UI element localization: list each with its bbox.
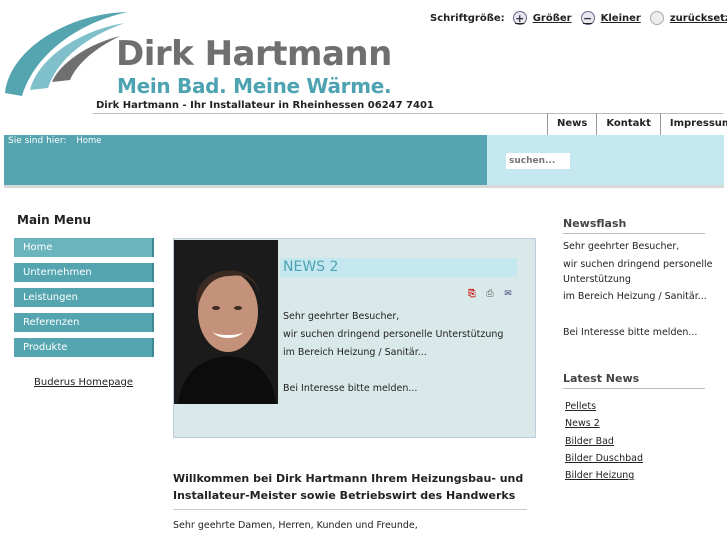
newsflash-divider xyxy=(563,233,705,234)
font-smaller-button[interactable]: − Kleiner xyxy=(580,11,641,25)
font-smaller-label: Kleiner xyxy=(600,12,641,24)
font-size-label: Schriftgröße: xyxy=(430,12,505,24)
newsflash-line: Sehr geehrter Besucher, xyxy=(563,241,680,252)
menu-item-leistungen[interactable]: Leistungen xyxy=(14,288,154,307)
menu-item-home[interactable]: Home xyxy=(14,238,154,257)
newsflash-line: im Bereich Heizung / Sanitär... xyxy=(563,291,707,302)
pdf-icon[interactable]: ⎘ xyxy=(466,289,478,300)
buderus-link[interactable]: Buderus Homepage xyxy=(34,377,133,388)
latest-news-item[interactable]: Bilder Duschbad xyxy=(565,453,643,470)
search-input[interactable] xyxy=(506,153,570,169)
newsflash-line: Bei Interesse bitte melden... xyxy=(563,327,698,338)
breadcrumb: Sie sind hier: Home xyxy=(8,136,102,146)
menu-item-unternehmen[interactable]: Unternehmen xyxy=(14,263,154,282)
topnav-news[interactable]: News xyxy=(547,113,596,135)
welcome-divider xyxy=(173,509,527,510)
news-line: im Bereich Heizung / Sanitär... xyxy=(283,347,427,358)
topnav-kontakt[interactable]: Kontakt xyxy=(596,113,660,135)
logo-slogan: Mein Bad. Meine Wärme. xyxy=(117,74,392,98)
news-photo xyxy=(174,240,278,404)
main-menu: Home Unternehmen Leistungen Referenzen P… xyxy=(14,238,154,363)
topnav-impressum[interactable]: Impressum xyxy=(659,113,727,135)
latest-news-item[interactable]: Bilder Bad xyxy=(565,436,643,453)
news-line: wir suchen dringend personelle Unterstüt… xyxy=(283,329,504,340)
news-actions: ⎘ ⎙ ✉ xyxy=(466,289,520,300)
plus-icon: + xyxy=(512,11,527,25)
newsflash-title: Newsflash xyxy=(563,217,627,230)
print-icon[interactable]: ⎙ xyxy=(484,289,496,300)
latest-news-item[interactable]: Bilder Heizung xyxy=(565,470,643,487)
news-line: Sehr geehrter Besucher, xyxy=(283,311,400,322)
latest-news-divider xyxy=(563,388,705,389)
logo[interactable]: Dirk Hartmann Mein Bad. Meine Wärme. xyxy=(0,8,400,108)
portrait-image xyxy=(174,240,278,404)
latest-news-title: Latest News xyxy=(563,372,640,385)
font-size-controls: Schriftgröße: + Größer − Kleiner zurücks… xyxy=(430,11,727,25)
top-nav: News Kontakt Impressum xyxy=(547,113,727,135)
reset-icon xyxy=(649,11,664,25)
font-bigger-button[interactable]: + Größer xyxy=(512,11,572,25)
menu-item-referenzen[interactable]: Referenzen xyxy=(14,313,154,332)
latest-news-item[interactable]: News 2 xyxy=(565,418,643,435)
latest-news-list: Pellets News 2 Bilder Bad Bilder Duschba… xyxy=(565,401,643,487)
breadcrumb-home[interactable]: Home xyxy=(76,136,101,146)
menu-item-produkte[interactable]: Produkte xyxy=(14,338,154,357)
newsflash-line: wir suchen dringend personelle Unterstüt… xyxy=(563,259,713,285)
band-shadow xyxy=(4,185,724,188)
welcome-heading: Willkommen bei Dirk Hartmann Ihrem Heizu… xyxy=(173,472,524,502)
font-reset-button[interactable]: zurücksetzen xyxy=(649,11,727,25)
font-reset-label: zurücksetzen xyxy=(669,12,727,24)
latest-news-item[interactable]: Pellets xyxy=(565,401,643,418)
news-line: Bei Interesse bitte melden... xyxy=(283,383,418,394)
logo-name: Dirk Hartmann xyxy=(116,34,392,74)
logo-swoosh-icon xyxy=(5,12,128,96)
tagline: Dirk Hartmann - Ihr Installateur in Rhei… xyxy=(96,100,434,111)
welcome-text: Sehr geehrte Damen, Herren, Kunden und F… xyxy=(173,520,418,531)
email-icon[interactable]: ✉ xyxy=(502,289,514,300)
main-menu-title: Main Menu xyxy=(17,213,92,227)
breadcrumb-label: Sie sind hier: xyxy=(8,136,67,146)
minus-icon: − xyxy=(580,11,595,25)
font-bigger-label: Größer xyxy=(532,12,572,24)
news-title[interactable]: NEWS 2 xyxy=(283,259,338,275)
